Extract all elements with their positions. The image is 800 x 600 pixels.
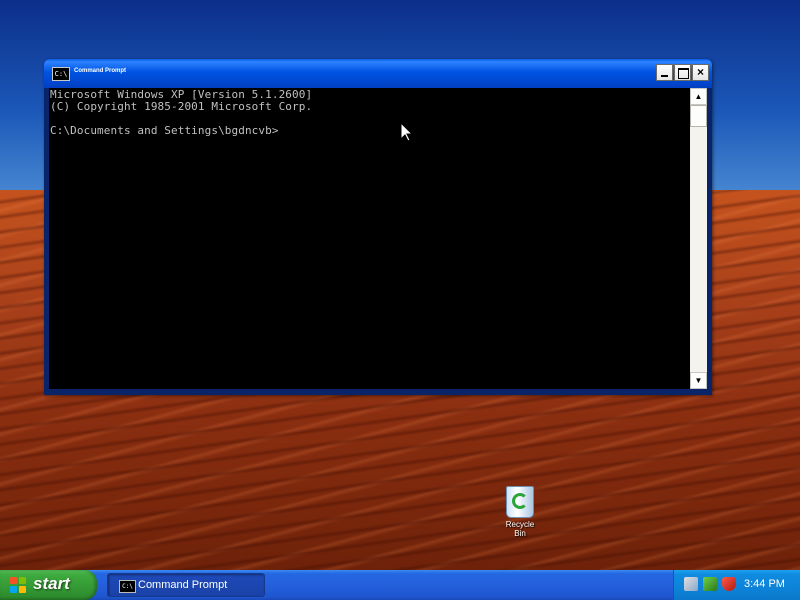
close-icon: × xyxy=(696,65,704,79)
recycle-bin-desktop-icon[interactable]: Recycle Bin xyxy=(500,486,540,538)
security-shield-icon[interactable] xyxy=(722,577,736,591)
console-line: (C) Copyright 1985-2001 Microsoft Corp. xyxy=(50,100,313,113)
start-label: start xyxy=(33,574,70,593)
taskbar-item-command-prompt[interactable]: C:\ Command Prompt xyxy=(107,573,265,597)
mouse-cursor-icon xyxy=(401,123,413,142)
window-title: Command Prompt xyxy=(74,68,127,74)
taskbar-item-label: Command Prompt xyxy=(138,579,228,591)
recycle-bin-icon xyxy=(506,486,534,518)
console-area[interactable]: Microsoft Windows XP [Version 5.1.2600](… xyxy=(49,88,690,389)
close-button[interactable]: × xyxy=(692,64,709,81)
network-icon[interactable] xyxy=(684,577,698,591)
command-prompt-icon: C:\ xyxy=(119,580,136,593)
minimize-icon xyxy=(661,75,668,77)
console-output[interactable]: Microsoft Windows XP [Version 5.1.2600](… xyxy=(50,89,312,137)
command-prompt-icon[interactable]: C:\ xyxy=(52,67,70,81)
start-button[interactable]: start xyxy=(0,570,97,600)
command-prompt-window[interactable]: C:\ Command Prompt × Microsoft Windows X… xyxy=(44,59,712,395)
clock[interactable]: 3:44 PM xyxy=(744,578,785,590)
scroll-thumb[interactable] xyxy=(690,105,707,127)
maximize-icon xyxy=(678,68,689,79)
vertical-scrollbar[interactable]: ▲ ▼ xyxy=(690,88,707,389)
recycle-bin-label: Recycle Bin xyxy=(505,520,535,538)
scroll-down-button[interactable]: ▼ xyxy=(690,372,707,389)
safely-remove-icon[interactable] xyxy=(703,577,717,591)
console-prompt: C:\Documents and Settings\bgdncvb> xyxy=(50,124,279,137)
scroll-up-button[interactable]: ▲ xyxy=(690,88,707,105)
minimize-button[interactable] xyxy=(656,64,673,81)
windows-logo-icon xyxy=(10,577,27,593)
maximize-button[interactable] xyxy=(674,64,691,81)
window-frame-bottom xyxy=(44,389,712,395)
taskbar: start C:\ Command Prompt 3:44 PM xyxy=(0,570,800,600)
system-tray: 3:44 PM xyxy=(673,570,800,600)
window-titlebar[interactable]: C:\ Command Prompt × xyxy=(44,59,712,88)
